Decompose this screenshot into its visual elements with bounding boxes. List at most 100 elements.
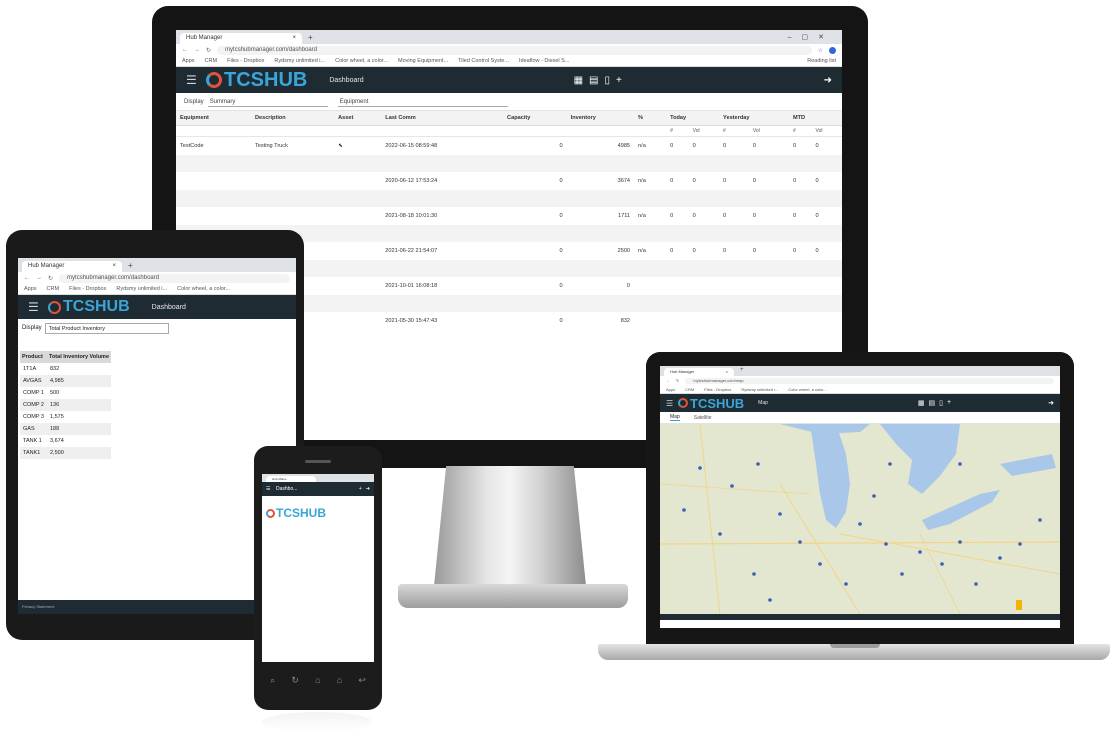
back-icon[interactable]: ←: [182, 47, 188, 53]
tab-map[interactable]: Map: [670, 414, 680, 421]
column-header[interactable]: MTD: [788, 111, 842, 126]
bookmark-item[interactable]: Apps: [182, 58, 195, 64]
bookmark-item[interactable]: Files - Dropbox: [227, 58, 264, 64]
close-icon[interactable]: ×: [112, 261, 116, 272]
tcshub-logo[interactable]: TCS HUB: [206, 69, 307, 92]
home-icon[interactable]: ⌂: [315, 675, 320, 685]
bookmark-item[interactable]: Color wheel, a color...: [177, 286, 230, 292]
table-row[interactable]: COMP 3 1,575: [20, 411, 111, 423]
browser-tab[interactable]: Hub Manager ×: [22, 261, 122, 272]
add-icon[interactable]: +: [947, 399, 951, 407]
url-input[interactable]: mytcshubmanager.com/dashboard: [217, 45, 812, 55]
bookmark-item[interactable]: CRM: [47, 286, 60, 292]
url-input[interactable]: mytcshubmanager.com/dashboard: [59, 273, 290, 283]
map-view[interactable]: [660, 424, 1060, 614]
table-row[interactable]: COMP 2 136: [20, 399, 111, 411]
grid-icon[interactable]: ▤: [589, 75, 598, 86]
menu-icon[interactable]: ☰: [186, 73, 206, 87]
browser-tab[interactable]: Hub Manager ×: [664, 368, 734, 376]
bookmark-item[interactable]: Moving Equipment...: [398, 58, 448, 64]
browser-tab[interactable]: Hub Manager ×: [180, 33, 302, 44]
display-select[interactable]: Summary: [207, 97, 328, 107]
document-icon[interactable]: ▯: [605, 75, 611, 86]
logout-icon[interactable]: ➜: [1048, 399, 1054, 407]
add-icon[interactable]: +: [616, 75, 622, 86]
equipment-select[interactable]: Equipment: [337, 97, 508, 107]
bookmark-item[interactable]: Tiled Control Syste...: [458, 58, 509, 64]
window-controls[interactable]: –▢✕: [788, 32, 842, 44]
back-icon[interactable]: ←: [24, 275, 30, 281]
column-header[interactable]: Last Comm: [381, 111, 504, 126]
menu-icon[interactable]: ☰: [266, 486, 276, 492]
document-icon[interactable]: ▯: [939, 399, 943, 407]
bookmark-item[interactable]: Apps: [24, 286, 37, 292]
bookmark-item[interactable]: Ideaflow - Diesel S...: [519, 58, 569, 64]
bookmark-item[interactable]: Files - Dropbox: [704, 387, 731, 392]
table-row[interactable]: COMP 1 500: [20, 387, 111, 399]
bookmark-item[interactable]: CRM: [685, 387, 694, 392]
bookmark-item[interactable]: Reading list: [807, 58, 836, 64]
forward-icon[interactable]: →: [194, 47, 200, 53]
bookmark-item[interactable]: Apps: [666, 387, 675, 392]
column-header[interactable]: Equipment: [176, 111, 251, 126]
table-row[interactable]: TANK1 2,500: [20, 447, 111, 459]
display-select[interactable]: Total Product Inventory: [44, 322, 169, 334]
table-row[interactable]: AVGAS 4,985: [20, 375, 111, 387]
new-tab-icon[interactable]: +: [128, 260, 133, 272]
table-row[interactable]: GAS 188: [20, 423, 111, 435]
star-icon[interactable]: ☆: [818, 47, 823, 54]
close-icon[interactable]: ×: [726, 368, 728, 376]
close-icon[interactable]: ×: [292, 33, 296, 44]
tcshub-logo[interactable]: TCS HUB: [266, 506, 374, 520]
column-header[interactable]: Description: [250, 111, 335, 126]
tab-satellite[interactable]: Satellite: [694, 415, 712, 421]
laptop-notch: [830, 644, 880, 648]
add-icon[interactable]: +: [359, 486, 362, 492]
table-row[interactable]: 1T1A 832: [20, 363, 111, 375]
bookmark-item[interactable]: Color wheel, a color...: [335, 58, 388, 64]
url-input[interactable]: mytcshubmanager.com/map: [685, 377, 1054, 384]
bookmark-item[interactable]: Files - Dropbox: [69, 286, 106, 292]
logout-icon[interactable]: ➜: [824, 75, 832, 86]
browser-tab[interactable]: Hub Mana...: [266, 476, 316, 482]
table-row[interactable]: TANK 1 3,674: [20, 435, 111, 447]
bookmark-item[interactable]: Rydsmy unlimited i...: [274, 58, 325, 64]
chart-icon[interactable]: ▦: [918, 399, 925, 407]
tcshub-logo[interactable]: TCS HUB: [48, 298, 130, 316]
logout-icon[interactable]: ➜: [366, 486, 370, 492]
column-header[interactable]: Yesterday: [719, 111, 789, 126]
bookmark-item[interactable]: Rydsmy unlimited i...: [741, 387, 778, 392]
address-bar: ← → ↻ mytcshubmanager.com/dashboard: [18, 272, 296, 284]
table-row[interactable]: TestCode Testing Truck ⬉ 2022-06-15 08:5…: [176, 137, 842, 155]
column-header[interactable]: Asset: [334, 111, 382, 126]
column-header[interactable]: Total Inventory Volume: [47, 351, 111, 363]
column-header[interactable]: Inventory: [566, 111, 635, 126]
table-row[interactable]: 2020-06-12 17:53:24 0 3674 n/a 0 0 0 0 0…: [176, 172, 842, 190]
menu-icon[interactable]: ☰: [666, 399, 678, 408]
back-icon[interactable]: ↩: [358, 675, 366, 686]
reload-icon[interactable]: ↻: [206, 47, 211, 54]
column-header[interactable]: Product: [20, 351, 47, 363]
bookmark-item[interactable]: Rydsmy unlimited i...: [116, 286, 167, 292]
refresh-icon[interactable]: ↻: [291, 675, 299, 686]
profile-icon[interactable]: [829, 46, 836, 54]
column-header[interactable]: Today: [666, 111, 720, 126]
bookmark-item[interactable]: Color wheel, a color...: [788, 387, 826, 392]
chart-icon[interactable]: ▦: [574, 75, 583, 86]
new-tab-icon[interactable]: +: [740, 366, 744, 376]
back-icon[interactable]: ←: [666, 378, 670, 383]
column-header[interactable]: %: [634, 111, 667, 126]
table-row[interactable]: 2021-08-18 10:01:30 0 1711 n/a 0 0 0 0 0…: [176, 207, 842, 225]
search-icon[interactable]: ⌕: [270, 675, 275, 686]
filter-bar: Display Total Product Inventory: [18, 319, 296, 337]
forward-icon[interactable]: →: [36, 275, 42, 281]
tcshub-logo[interactable]: TCS HUB: [678, 396, 744, 411]
reload-icon[interactable]: ↻: [48, 275, 53, 282]
reload-icon[interactable]: ↻: [676, 378, 679, 383]
lock-icon[interactable]: ⌂: [337, 675, 342, 685]
bookmark-item[interactable]: CRM: [205, 58, 218, 64]
new-tab-icon[interactable]: +: [308, 32, 313, 44]
grid-icon[interactable]: ▤: [929, 399, 936, 407]
column-header[interactable]: Capacity: [503, 111, 567, 126]
menu-icon[interactable]: ☰: [28, 300, 48, 314]
